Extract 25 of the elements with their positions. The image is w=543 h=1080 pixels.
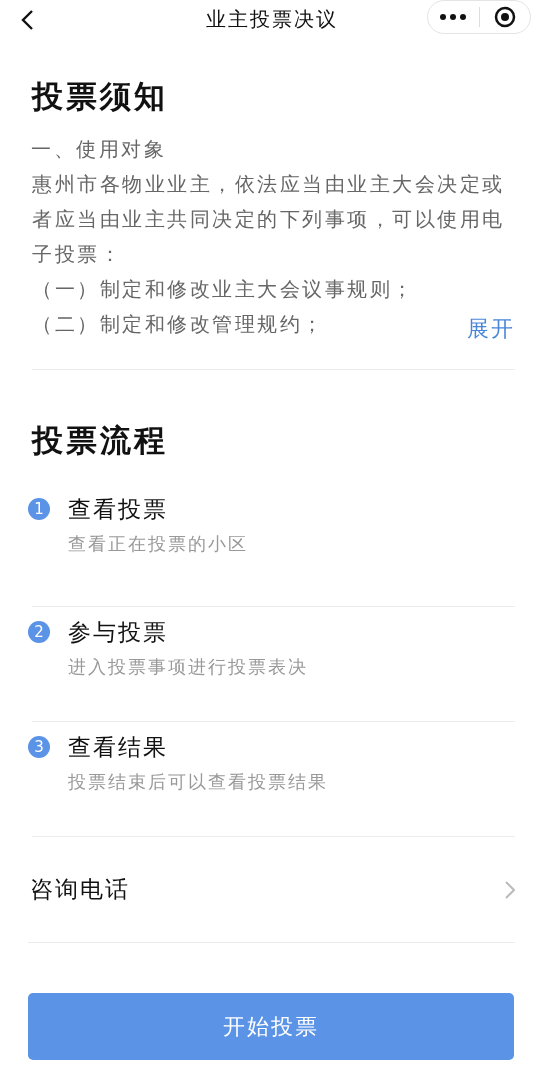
step-title: 查看投票 bbox=[68, 495, 169, 524]
notice-text: 一、使用对象 bbox=[31, 136, 166, 163]
expand-link[interactable]: 展开 bbox=[467, 311, 515, 346]
notice-text: 子投票： bbox=[32, 241, 122, 268]
contact-label[interactable]: 咨询电话 bbox=[30, 874, 130, 905]
step-number: 3 bbox=[28, 736, 50, 758]
step-number: 2 bbox=[28, 621, 50, 643]
notice-text: （二）制定和修改管理规约； bbox=[32, 311, 325, 338]
chevron-right-icon bbox=[505, 880, 515, 899]
step-number: 1 bbox=[28, 498, 50, 520]
close-icon[interactable] bbox=[493, 6, 516, 28]
page-title: 业主投票决议 bbox=[205, 6, 338, 33]
notice-text: （一）制定和修改业主大会议事规则； bbox=[32, 276, 415, 303]
more-icon[interactable] bbox=[440, 14, 467, 20]
back-icon[interactable] bbox=[20, 9, 34, 31]
step-title: 参与投票 bbox=[68, 618, 169, 647]
step-description: 投票结束后可以查看投票结果 bbox=[68, 770, 328, 794]
start-vote-button[interactable]: 开始投票 bbox=[28, 993, 514, 1060]
section-heading: 投票须知 bbox=[32, 77, 169, 116]
notice-text: 者应当由业主共同决定的下列事项，可以使用电 bbox=[32, 206, 505, 233]
section-heading: 投票流程 bbox=[32, 421, 169, 460]
step-description: 查看正在投票的小区 bbox=[68, 532, 248, 556]
step-title: 查看结果 bbox=[68, 733, 169, 762]
notice-text: 惠州市各物业业主，依法应当由业主大会决定或 bbox=[32, 171, 505, 198]
step-description: 进入投票事项进行投票表决 bbox=[68, 655, 308, 679]
